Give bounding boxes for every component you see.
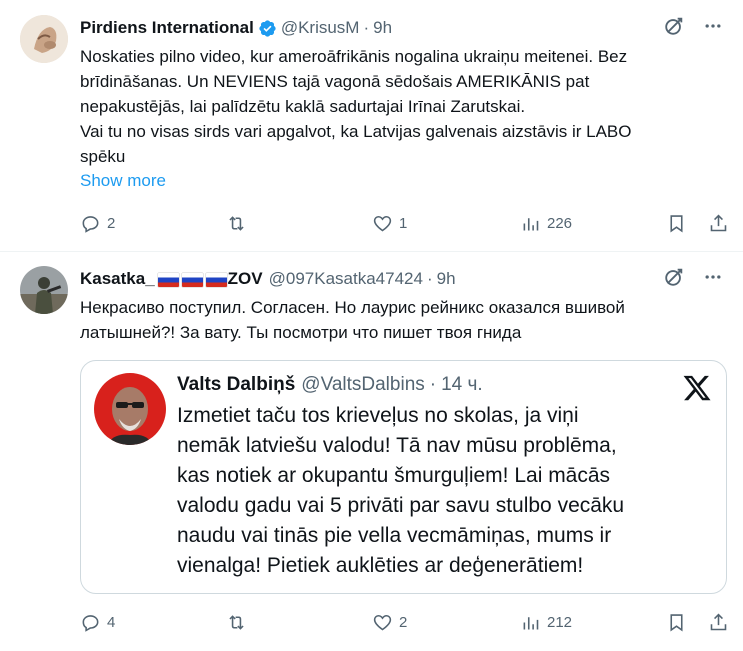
share-icon — [710, 214, 727, 231]
repost-button[interactable] — [226, 211, 253, 235]
tweet-text-line: nepakustējās, lai palīdzētu kaklā sadurt… — [80, 97, 526, 116]
quoted-text-line: Izmetiet taču tos krieveļus no skolas, j… — [177, 404, 579, 427]
share-button[interactable] — [708, 211, 729, 235]
author-name[interactable]: Pirdiens International — [80, 18, 254, 38]
timestamp[interactable]: 9h — [373, 18, 392, 38]
views-button[interactable]: 226 — [520, 211, 572, 235]
russian-flag-icon — [181, 272, 203, 287]
like-count: 1 — [399, 214, 408, 232]
quoted-text-line: valodu gadu vai 5 privāti par savu stulb… — [177, 494, 625, 517]
author-name-text: Kasatka_ — [80, 269, 155, 288]
quoted-text: Izmetiet taču tos krieveļus no skolas, j… — [177, 401, 712, 581]
grok-icon[interactable] — [663, 15, 685, 42]
grok-icon[interactable] — [663, 266, 685, 293]
quoted-text-line: nemāk latviešu valodu! Tā nav mūsu probl… — [177, 434, 617, 457]
author-name[interactable]: Kasatka_ ZOV — [80, 269, 263, 289]
separator: · — [363, 18, 370, 37]
quoted-author-name[interactable]: Valts Dalbiņš — [177, 374, 295, 396]
separator: · — [426, 269, 433, 288]
repost-icon — [229, 614, 244, 630]
avatar[interactable] — [20, 266, 68, 314]
tweet-text-line: Некрасиво поступил. Согласен. Но лаурис … — [80, 298, 625, 317]
author-handle[interactable]: @KrisusM — [281, 18, 360, 38]
quoted-text-line: naudu vai tinās pie vella vecmāmiņas, mu… — [177, 524, 612, 547]
quoted-tweet[interactable]: Valts Dalbiņš @ValtsDalbins · 14 ч. Izme… — [80, 360, 727, 594]
bookmark-icon — [670, 214, 683, 232]
quoted-author-handle[interactable]: @ValtsDalbins — [301, 374, 424, 396]
like-icon — [373, 614, 392, 630]
like-icon — [373, 215, 392, 231]
repost-icon — [229, 215, 244, 231]
russian-flag-icon — [205, 272, 227, 287]
reply-icon — [82, 215, 99, 233]
tweet-header: Pirdiens International @KrisusM · 9h — [80, 17, 723, 39]
bookmark-icon — [670, 613, 683, 631]
views-button[interactable]: 212 — [520, 610, 572, 634]
views-icon — [523, 217, 539, 230]
separator: · — [429, 374, 437, 395]
tweet[interactable]: Kasatka_ ZOV @097Kasatka47424 · 9h Некрас… — [0, 253, 743, 651]
tweet-header: Kasatka_ ZOV @097Kasatka47424 · 9h — [80, 268, 723, 290]
tweet-text-line: латышней?! За вату. Ты посмотри что пише… — [80, 323, 522, 342]
more-icon[interactable] — [703, 16, 723, 41]
bookmark-button[interactable] — [666, 610, 687, 634]
tweet-text-line: brīdināšanas. Un NEVIENS tajā vagonā sēd… — [80, 72, 590, 91]
tweet-text-line: Noskaties pilno video, kur ameroāfrikāni… — [80, 47, 628, 66]
x-logo-icon — [682, 373, 712, 403]
tweet-actions: 2 1 226 — [80, 211, 730, 235]
avatar[interactable] — [20, 15, 68, 63]
repost-button[interactable] — [226, 610, 253, 634]
quoted-text-line: vienalga! Pietiek auklēties ar deģenerāt… — [177, 554, 584, 577]
timestamp[interactable]: 9h — [437, 269, 456, 289]
reply-button[interactable]: 4 — [80, 610, 115, 634]
verified-badge-icon — [258, 19, 277, 38]
tweet-actions: 4 2 212 — [80, 610, 730, 634]
like-count: 2 — [399, 613, 408, 631]
show-more-link[interactable]: Show more — [80, 171, 166, 191]
quoted-timestamp[interactable]: 14 ч. — [441, 374, 483, 396]
tweet-text: Noskaties pilno video, kur ameroāfrikāni… — [80, 44, 717, 169]
author-handle[interactable]: @097Kasatka47424 — [269, 269, 423, 289]
share-icon — [710, 613, 727, 630]
quoted-header: Valts Dalbiņš @ValtsDalbins · 14 ч. — [177, 374, 483, 396]
view-count: 226 — [547, 214, 573, 232]
view-count: 212 — [547, 613, 573, 631]
quoted-text-line: kas notiek ar okupantu šmurguļiem! Lai m… — [177, 464, 611, 487]
bookmark-button[interactable] — [666, 211, 687, 235]
tweet-text: Некрасиво поступил. Согласен. Но лаурис … — [80, 295, 717, 345]
reply-icon — [82, 614, 99, 632]
tweet[interactable]: Pirdiens International @KrisusM · 9h Nos… — [0, 0, 743, 252]
like-button[interactable]: 2 — [372, 610, 407, 634]
tweet-text-line: Vai tu no visas sirds vari apgalvot, ka … — [80, 122, 632, 141]
reply-count: 4 — [107, 613, 116, 631]
russian-flag-icon — [157, 272, 179, 287]
share-button[interactable] — [708, 610, 729, 634]
quoted-avatar[interactable] — [94, 373, 166, 445]
views-icon — [523, 616, 539, 629]
reply-count: 2 — [107, 214, 116, 232]
reply-button[interactable]: 2 — [80, 211, 115, 235]
more-icon[interactable] — [703, 267, 723, 292]
like-button[interactable]: 1 — [372, 211, 407, 235]
tweet-text-line: spēku — [80, 147, 126, 166]
author-name-suffix: ZOV — [227, 269, 263, 288]
